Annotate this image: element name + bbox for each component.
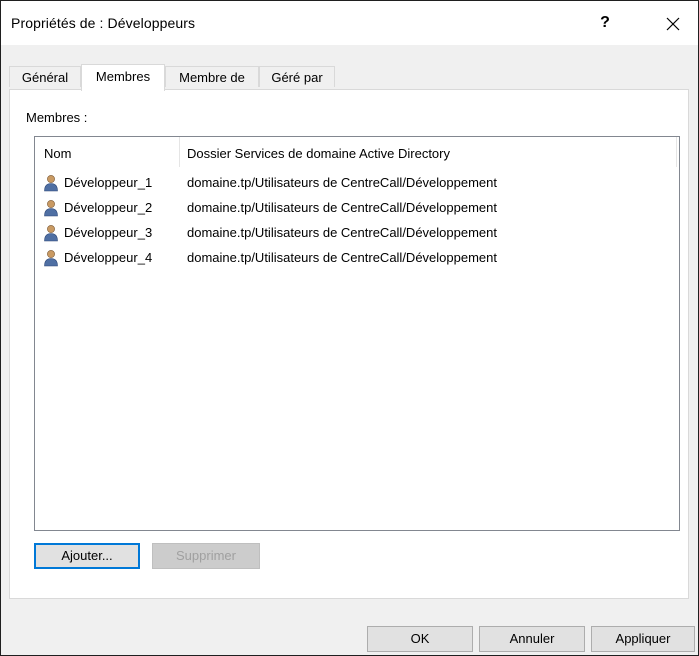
apply-button[interactable]: Appliquer xyxy=(591,626,695,652)
properties-dialog: Propriétés de : Développeurs ? Général M… xyxy=(0,0,699,656)
members-panel: Membres : Nom Dossier Services de domain… xyxy=(9,89,689,599)
member-name: Développeur_1 xyxy=(64,175,153,190)
list-item[interactable]: Développeur_4 domaine.tp/Utilisateurs de… xyxy=(35,246,679,271)
member-folder: domaine.tp/Utilisateurs de CentreCall/Dé… xyxy=(187,225,497,240)
member-folder: domaine.tp/Utilisateurs de CentreCall/Dé… xyxy=(187,175,497,190)
members-label: Membres : xyxy=(26,110,88,125)
member-name: Développeur_2 xyxy=(64,200,153,215)
list-item[interactable]: Développeur_1 domaine.tp/Utilisateurs de… xyxy=(35,171,679,196)
member-folder: domaine.tp/Utilisateurs de CentreCall/Dé… xyxy=(187,200,497,215)
remove-member-button[interactable]: Supprimer xyxy=(152,543,260,569)
column-divider[interactable] xyxy=(676,137,677,167)
tab-managed-by[interactable]: Géré par xyxy=(259,66,335,87)
column-divider[interactable] xyxy=(179,137,180,167)
member-name: Développeur_3 xyxy=(64,225,153,240)
members-list[interactable]: Nom Dossier Services de domaine Active D… xyxy=(34,136,680,531)
user-icon xyxy=(44,175,58,192)
user-icon xyxy=(44,250,58,267)
tab-members[interactable]: Membres xyxy=(81,64,165,91)
column-header-name[interactable]: Nom xyxy=(44,146,71,161)
close-button[interactable] xyxy=(651,10,695,38)
window-title: Propriétés de : Développeurs xyxy=(11,15,196,31)
ok-button[interactable]: OK xyxy=(367,626,473,652)
user-icon xyxy=(44,225,58,242)
tab-general[interactable]: Général xyxy=(9,66,81,87)
list-item[interactable]: Développeur_3 domaine.tp/Utilisateurs de… xyxy=(35,221,679,246)
member-name: Développeur_4 xyxy=(64,250,153,265)
list-item[interactable]: Développeur_2 domaine.tp/Utilisateurs de… xyxy=(35,196,679,221)
tab-member-of[interactable]: Membre de xyxy=(165,66,259,87)
cancel-button[interactable]: Annuler xyxy=(479,626,585,652)
column-header-folder[interactable]: Dossier Services de domaine Active Direc… xyxy=(187,146,450,161)
list-header: Nom Dossier Services de domaine Active D… xyxy=(35,137,679,167)
close-icon xyxy=(666,17,680,30)
help-button[interactable]: ? xyxy=(587,11,623,37)
user-icon xyxy=(44,200,58,217)
title-bar: Propriétés de : Développeurs ? xyxy=(1,1,698,45)
add-member-button[interactable]: Ajouter... xyxy=(34,543,140,569)
member-folder: domaine.tp/Utilisateurs de CentreCall/Dé… xyxy=(187,250,497,265)
